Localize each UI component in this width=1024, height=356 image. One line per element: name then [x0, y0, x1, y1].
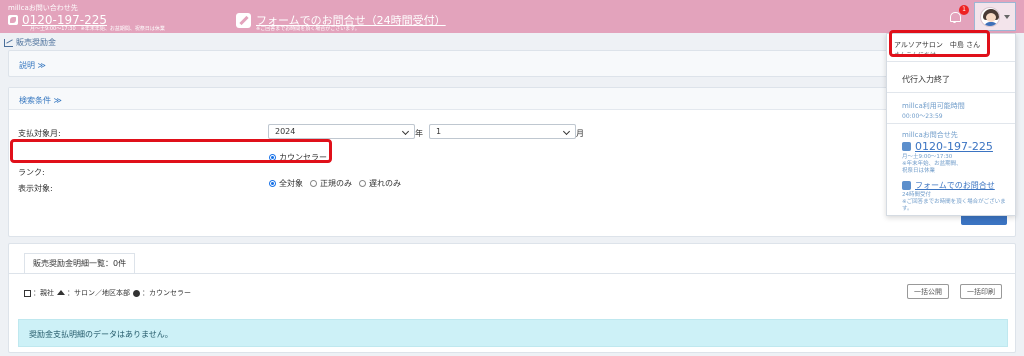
menu-divider: [887, 61, 1015, 62]
radio-selected-icon: [269, 154, 276, 161]
search-toggle[interactable]: 検索条件 ≫: [19, 95, 62, 106]
month-select[interactable]: 1: [429, 124, 576, 139]
display-option-label: 遅れのみ: [369, 179, 401, 188]
display-radio-group: 全対象 正規のみ 遅れのみ: [269, 178, 408, 189]
page-title: 販売奨励金: [16, 38, 56, 47]
year-select-value: 2024: [275, 127, 296, 136]
avatar-face: [986, 12, 996, 22]
year-unit: 年: [415, 129, 423, 138]
payment-month-label: 支払対象月:: [18, 129, 61, 138]
tab-detail-list[interactable]: 販売奨励金明細一覧：0件: [24, 253, 136, 273]
rank-radio-counselor[interactable]: カウンセラー: [269, 152, 327, 163]
avatar: [980, 6, 1000, 27]
radio-selected-icon: [269, 180, 276, 187]
header-hours-note: 月～土9:00～17:30 ※年末年始、お盆期間、祝祭日は休業: [30, 26, 165, 32]
pencil-icon: [902, 181, 911, 190]
legend-counselor: ：カウンセラー: [142, 289, 191, 297]
menu-form-link[interactable]: フォームでのお問合せ: [902, 180, 995, 191]
explain-toggle[interactable]: 説明 ≫: [19, 60, 46, 71]
legend-parent: ：親社: [33, 289, 54, 297]
search-card: 検索条件 ≫ 支払対象月: 2024 年 1 月 ランク: カウンセラー 表示対…: [8, 87, 1016, 237]
year-select[interactable]: 2024: [268, 124, 415, 139]
menu-form-note-2: ※ご回答までお時間を頂く場合がございます。: [902, 199, 1006, 212]
menu-phone-note-2: ※年末年始、お盆期間、: [902, 161, 962, 167]
menu-divider: [887, 123, 1015, 124]
menu-phone-number[interactable]: 0120-197-225: [915, 140, 993, 153]
menu-form-label[interactable]: フォームでのお問合せ: [915, 180, 995, 191]
chart-icon: [4, 38, 13, 47]
tab-divider: [9, 273, 1015, 274]
rank-option-label: カウンセラー: [279, 153, 327, 162]
notification-badge: 1: [959, 5, 969, 15]
chevron-down-icon: [1004, 14, 1010, 19]
display-radio-late[interactable]: 遅れのみ: [359, 178, 401, 189]
month-select-value: 1: [436, 127, 442, 136]
legend-row: ：親社 ：サロン／地区本部 ：カウンセラー: [22, 288, 191, 298]
search-header: 検索条件 ≫: [9, 88, 1015, 110]
user-circle-icon: [133, 289, 140, 297]
user-greeting: さんこんにちは: [894, 52, 937, 59]
user-name: アルソアサロン 中島 さん: [894, 41, 981, 49]
display-option-label: 全対象: [279, 179, 303, 188]
menu-divider: [887, 92, 1015, 93]
menu-contact-title: millcaお問合せ先: [902, 131, 958, 139]
bulk-open-button[interactable]: 一括公開: [907, 284, 949, 299]
rank-label: ランク:: [18, 168, 45, 177]
radio-empty-icon: [310, 180, 317, 187]
usage-hours-title: millca利用可能時間: [902, 102, 965, 110]
display-label: 表示対象:: [18, 184, 53, 193]
bell-icon[interactable]: [949, 11, 961, 23]
header-contact-title: millcaお問い合わせ先: [8, 4, 78, 12]
display-radio-regular[interactable]: 正規のみ: [310, 178, 352, 189]
building-icon: [24, 289, 31, 297]
menu-form-note-1: 24時間受付: [902, 192, 931, 198]
month-unit: 月: [576, 129, 584, 138]
menu-phone-link[interactable]: 0120-197-225: [902, 140, 993, 153]
explain-card: 説明 ≫: [8, 50, 1016, 77]
menu-phone-note-3: 祝祭日は休業: [902, 168, 936, 174]
phone-icon: [902, 142, 911, 151]
user-menu-toggle[interactable]: [974, 2, 1016, 31]
legend-salon: ：サロン／地区本部: [67, 289, 130, 297]
usage-hours: 00:00～23:59: [902, 113, 943, 120]
display-radio-all[interactable]: 全対象: [269, 178, 303, 189]
home-icon: [57, 289, 65, 295]
list-card: 販売奨励金明細一覧：0件 ：親社 ：サロン／地区本部 ：カウンセラー 一括公開 …: [8, 243, 1016, 353]
empty-message: 奨励金支払明細のデータはありません。: [18, 319, 1008, 347]
display-option-label: 正規のみ: [320, 179, 352, 188]
radio-empty-icon: [359, 180, 366, 187]
phone-icon: [8, 15, 18, 25]
menu-phone-note-1: 月～土9:00～17:30: [902, 154, 953, 160]
end-proxy-input-item[interactable]: 代行入力終了: [902, 74, 950, 85]
header-form-note: ※ご回答までお時間を頂く場合がございます。: [256, 26, 360, 32]
pencil-icon: [236, 12, 251, 28]
top-header: millcaお問い合わせ先 0120-197-225 月～土9:00～17:30…: [0, 0, 1024, 33]
user-dropdown-menu: アルソアサロン 中島 さん さんこんにちは 代行入力終了 millca利用可能時…: [886, 33, 1016, 216]
bulk-print-button[interactable]: 一括印刷: [960, 284, 1002, 299]
breadcrumb: 販売奨励金: [4, 37, 56, 48]
avatar-body: [984, 21, 998, 26]
